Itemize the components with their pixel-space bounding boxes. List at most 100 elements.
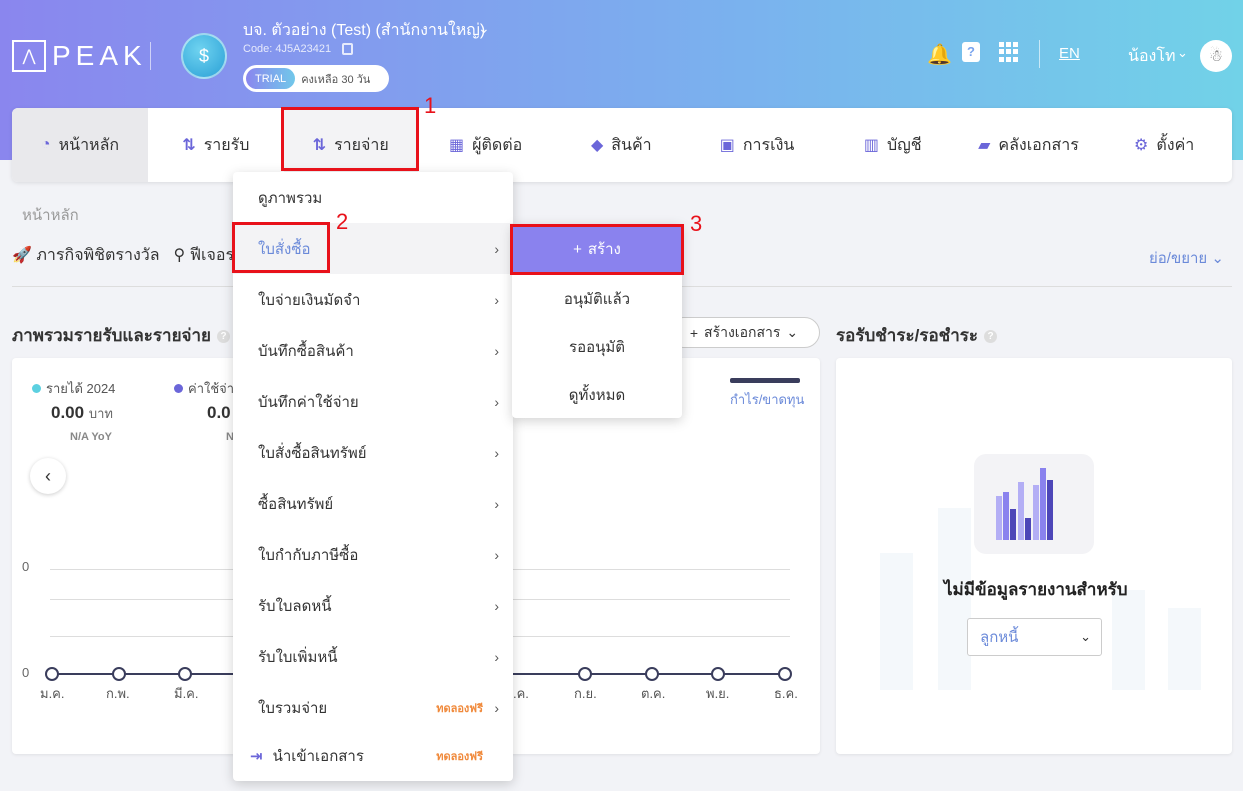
chevron-right-icon: › <box>494 342 499 359</box>
menu-item-import-docs[interactable]: ⇥ นำเข้าเอกสาร ทดลองฟรี <box>233 730 513 781</box>
chevron-down-icon: ⌄ <box>1080 629 1091 644</box>
receivable-title: รอรับชำระ/รอชำระ? <box>836 322 998 349</box>
chevron-down-icon[interactable]: ⌄ <box>478 20 490 37</box>
breadcrumb[interactable]: หน้าหลัก <box>22 203 79 227</box>
nav-settings[interactable]: ⚙ ตั้งค่า <box>1096 108 1232 182</box>
bell-icon[interactable]: 🔔 <box>927 42 952 67</box>
company-avatar-icon[interactable]: $ <box>181 33 227 79</box>
peak-logo[interactable]: ⋀ PEAK <box>12 40 147 72</box>
collapse-toggle[interactable]: ย่อ/ขยาย ⌄ <box>1149 246 1224 270</box>
toolbar: 🚀 ภารกิจพิชิตรางวัล ⚲ ฟีเจอร <box>12 243 234 268</box>
user-avatar[interactable]: ☃ <box>1200 40 1232 72</box>
collapse-label: ย่อ/ขยาย <box>1149 250 1208 267</box>
month-label: ม.ค. <box>40 686 65 701</box>
trial-badge: TRIAL <box>246 68 296 89</box>
logo-mark: ⋀ <box>12 40 46 72</box>
nav-label: สินค้า <box>611 136 652 154</box>
trial-remaining: คงเหลือ 30 วัน <box>301 73 371 86</box>
nav-label: รายรับ <box>203 136 250 154</box>
annotation-number: 1 <box>424 93 437 118</box>
highlight-box <box>281 107 419 171</box>
menu-item-asset-purchase[interactable]: ซื้อสินทรัพย์ › <box>233 478 513 529</box>
menu-item-credit-note[interactable]: รับใบลดหนี้ › <box>233 580 513 631</box>
divider <box>150 42 151 70</box>
user-name[interactable]: น้องโท <box>1128 44 1176 69</box>
nav-documents[interactable]: ▰ คลังเอกสาร <box>961 108 1097 182</box>
book-icon: ▥ <box>863 137 879 154</box>
nav-label: คลังเอกสาร <box>998 136 1079 154</box>
rocket-icon: 🚀 <box>12 247 32 264</box>
contacts-icon: ▦ <box>448 137 465 154</box>
currency-label: บาท <box>88 406 113 421</box>
y-tick-label: 0 <box>22 559 30 574</box>
chevron-left-icon[interactable]: ‹ <box>30 458 66 494</box>
month-point[interactable] <box>578 667 592 681</box>
menu-item-label: ดูภาพรวม <box>258 189 323 207</box>
help-icon[interactable]: ? <box>962 42 980 62</box>
nav-label: ตั้งค่า <box>1156 136 1195 154</box>
search-icon: ⚲ <box>173 247 186 264</box>
menu-item-expense-record[interactable]: บันทึกค่าใช้จ่าย › <box>233 376 513 427</box>
help-icon[interactable]: ? <box>984 330 998 344</box>
menu-item-label: รับใบเพิ่มหนี้ <box>258 648 338 666</box>
month-point[interactable] <box>711 667 725 681</box>
language-switch[interactable]: EN <box>1059 45 1080 62</box>
month-point[interactable] <box>112 667 126 681</box>
y-tick-label: 0 <box>22 665 30 680</box>
chevron-right-icon: › <box>494 393 499 410</box>
box-icon: ◆ <box>590 137 604 154</box>
legend-income[interactable]: รายได้ 2024 <box>32 378 115 399</box>
menu-item-asset-po[interactable]: ใบสั่งซื้อสินทรัพย์ › <box>233 427 513 478</box>
nav-income[interactable]: ⇅ รายรับ <box>148 108 284 182</box>
menu-item-purchase-record[interactable]: บันทึกซื้อสินค้า › <box>233 325 513 376</box>
legend-expense[interactable]: ค่าใช้จ่าย <box>174 378 242 399</box>
chevron-right-icon: › <box>494 546 499 563</box>
mission-label: ภารกิจพิชิตรางวัล <box>36 247 160 264</box>
month-point[interactable] <box>45 667 59 681</box>
menu-item-label: ใบรวมจ่าย <box>258 699 328 717</box>
overview-title-text: ภาพรวมรายรับและรายจ่าย <box>12 326 212 345</box>
month-point[interactable] <box>178 667 192 681</box>
month-point[interactable] <box>778 667 792 681</box>
chevron-right-icon: › <box>494 240 499 257</box>
nav-accounting[interactable]: ▥ บัญชี <box>825 108 961 182</box>
plus-icon: + <box>689 324 699 341</box>
mission-link[interactable]: 🚀 ภารกิจพิชิตรางวัล <box>12 243 160 268</box>
month-point[interactable] <box>645 667 659 681</box>
menu-item-overview[interactable]: ดูภาพรวม <box>233 172 513 223</box>
nav-home[interactable]: ◔ หน้าหลัก <box>12 108 148 182</box>
nav-label: หน้าหลัก <box>58 136 120 154</box>
create-document-button[interactable]: + สร้างเอกสาร ⌄ <box>668 317 820 348</box>
submenu-view-all[interactable]: ดูทั้งหมด <box>512 383 682 407</box>
expense-value: 0.0 <box>207 403 231 422</box>
chevron-right-icon: › <box>494 444 499 461</box>
chevron-down-icon[interactable]: ⌄ <box>1177 45 1188 61</box>
income-icon: ⇅ <box>182 137 196 154</box>
apps-grid-icon[interactable] <box>999 42 1019 62</box>
menu-item-label: รับใบลดหนี้ <box>258 597 332 615</box>
free-trial-badge: ทดลองฟรี <box>436 702 483 715</box>
copy-icon[interactable] <box>342 43 353 55</box>
money-icon: ▣ <box>719 137 735 154</box>
nav-products[interactable]: ◆ สินค้า <box>553 108 689 182</box>
submenu-pending[interactable]: รออนุมัติ <box>512 335 682 359</box>
menu-item-purchase-tax-invoice[interactable]: ใบกำกับภาษีซื้อ › <box>233 529 513 580</box>
menu-item-deposit-payment[interactable]: ใบจ่ายเงินมัดจำ › <box>233 274 513 325</box>
nav-contacts[interactable]: ▦ ผู้ติดต่อ <box>418 108 554 182</box>
menu-item-label: ใบกำกับภาษีซื้อ <box>258 546 359 564</box>
menu-item-label: บันทึกซื้อสินค้า <box>258 342 354 360</box>
menu-item-label: นำเข้าเอกสาร <box>272 747 364 765</box>
debt-type-select[interactable]: ลูกหนี้ ⌄ <box>967 618 1102 656</box>
month-label: ก.ย. <box>574 686 597 701</box>
help-icon[interactable]: ? <box>217 330 231 344</box>
menu-item-debit-note[interactable]: รับใบเพิ่มหนี้ › <box>233 631 513 682</box>
menu-item-combined-payment[interactable]: ใบรวมจ่าย ทดลองฟรี › <box>233 682 513 733</box>
submenu-approved[interactable]: อนุมัติแล้ว <box>512 287 682 311</box>
empty-state-title: ไม่มีข้อมูลรายงานสำหรับ <box>944 580 1128 599</box>
profit-legend-label[interactable]: กำไร/ขาดทุน <box>730 389 804 410</box>
nav-finance[interactable]: ▣ การเงิน <box>689 108 825 182</box>
nav-label: บัญชี <box>886 136 922 154</box>
company-name[interactable]: บจ. ตัวอย่าง (Test) (สำนักงานใหญ่) <box>243 18 485 43</box>
feature-link[interactable]: ⚲ ฟีเจอร <box>174 243 235 268</box>
receivable-title-text: รอรับชำระ/รอชำระ <box>836 326 979 345</box>
